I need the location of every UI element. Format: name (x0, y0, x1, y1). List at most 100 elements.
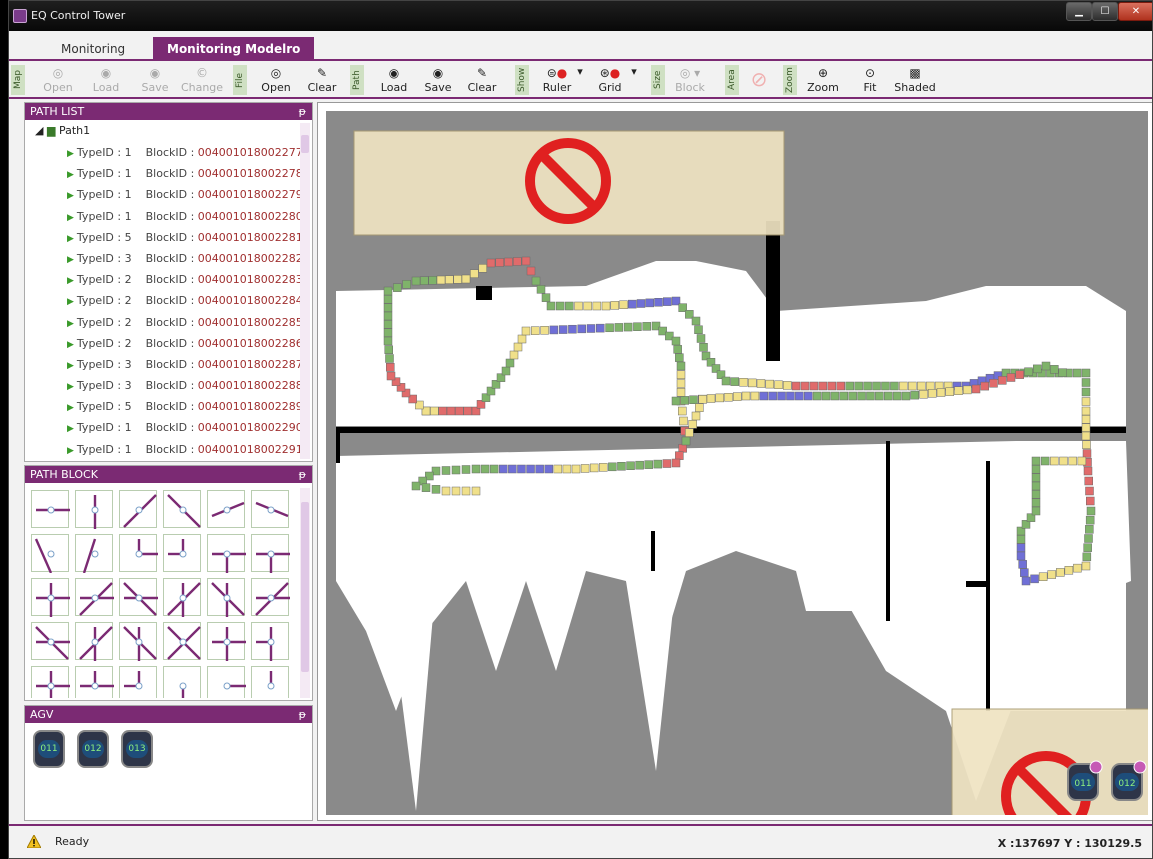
path-load-button[interactable]: ◉ Load (377, 65, 411, 97)
path-block-marker[interactable] (818, 381, 828, 391)
path-block-marker[interactable] (555, 301, 565, 311)
path-block-marker[interactable] (699, 343, 708, 352)
path-block-marker[interactable] (501, 366, 511, 376)
path-block-marker[interactable] (1086, 496, 1095, 506)
fit-button[interactable]: ⊙ Fit (857, 65, 883, 97)
path-block-tile[interactable] (163, 490, 201, 528)
path-block-tile[interactable] (207, 534, 246, 573)
path-block-marker[interactable] (383, 336, 393, 346)
path-block-tile[interactable] (31, 534, 69, 574)
expand-icon[interactable]: ▶ (67, 446, 74, 456)
path-block-marker[interactable] (1085, 486, 1094, 496)
expand-icon[interactable]: ▶ (67, 255, 74, 265)
path-list-item[interactable]: ▶ TypeID : 5 BlockID : 004001018002289 (25, 396, 312, 417)
path-block-marker[interactable] (509, 350, 519, 360)
path-list-item[interactable]: ▶ TypeID : 1 BlockID : 004001018002280 (25, 206, 312, 227)
path-block-marker[interactable] (980, 381, 989, 391)
grid-button[interactable]: ⊛● Grid (593, 65, 627, 97)
path-block-marker[interactable] (558, 325, 568, 334)
path-block-marker[interactable] (748, 378, 757, 388)
path-block-marker[interactable] (836, 381, 845, 391)
path-block-marker[interactable] (809, 381, 819, 391)
path-block-marker[interactable] (662, 459, 672, 468)
path-block-marker[interactable] (383, 295, 393, 304)
path-block-marker[interactable] (1050, 365, 1059, 374)
path-block-marker[interactable] (513, 342, 523, 352)
map-change-button[interactable]: © Change (179, 65, 225, 97)
path-block-marker[interactable] (546, 301, 556, 311)
maximize-button[interactable]: ☐ (1092, 2, 1118, 21)
path-block-marker[interactable] (455, 406, 464, 416)
path-block-marker[interactable] (919, 390, 928, 399)
path-block-marker[interactable] (839, 391, 849, 401)
path-block-tile[interactable] (207, 490, 245, 528)
path-block-marker[interactable] (691, 316, 701, 326)
path-block-marker[interactable] (642, 322, 651, 331)
path-block-marker[interactable] (1041, 361, 1051, 371)
path-block-marker[interactable] (1031, 490, 1041, 499)
path-block-tile[interactable] (251, 578, 290, 616)
path-block-marker[interactable] (628, 299, 637, 309)
expand-icon[interactable]: ▶ (67, 403, 74, 413)
path-block-marker[interactable] (654, 298, 663, 307)
path-block-marker[interactable] (910, 390, 919, 400)
expand-icon[interactable]: ▶ (67, 340, 74, 350)
expand-icon[interactable]: ▶ (67, 149, 74, 159)
path-block-tile[interactable] (119, 490, 157, 528)
path-block-marker[interactable] (1016, 543, 1026, 552)
path-block-marker[interactable] (883, 391, 893, 401)
path-block-tile[interactable] (207, 578, 245, 617)
path-block-marker[interactable] (421, 483, 431, 492)
path-block-marker[interactable] (1085, 525, 1094, 534)
path-block-marker[interactable] (848, 391, 857, 401)
block-size-button[interactable]: ◎ ▾ Block (673, 65, 707, 97)
path-list-item[interactable]: ▶ TypeID : 5 BlockID : 004001018002281 (25, 227, 312, 248)
path-block-marker[interactable] (827, 381, 837, 391)
path-list-item[interactable]: ▶ TypeID : 2 BlockID : 004001018002284 (25, 290, 312, 311)
path-block-marker[interactable] (445, 275, 454, 284)
path-block-marker[interactable] (385, 354, 394, 363)
path-block-marker[interactable] (998, 376, 1007, 385)
path-block-tile[interactable] (75, 534, 113, 574)
path-block-marker[interactable] (562, 464, 572, 474)
path-block-tile[interactable] (75, 622, 113, 661)
path-block-marker[interactable] (1021, 576, 1031, 586)
path-block-marker[interactable] (411, 276, 421, 286)
path-block-marker[interactable] (549, 325, 559, 335)
path-block-marker[interactable] (872, 381, 881, 391)
path-block-marker[interactable] (617, 462, 626, 471)
path-block-marker[interactable] (633, 322, 642, 331)
expand-icon[interactable]: ▶ (67, 234, 74, 244)
path-block-marker[interactable] (586, 324, 596, 333)
path-block-marker[interactable] (695, 403, 704, 412)
expand-icon[interactable]: ▶ (67, 424, 74, 434)
path-block-marker[interactable] (451, 486, 461, 496)
path-block-tile[interactable] (31, 622, 70, 660)
path-block-marker[interactable] (383, 328, 393, 337)
path-block-marker[interactable] (1058, 368, 1067, 377)
collapse-icon[interactable]: ◢ (35, 124, 43, 137)
expand-icon[interactable]: ▶ (67, 382, 74, 392)
path-block-marker[interactable] (480, 464, 490, 474)
path-block-tile[interactable] (119, 578, 158, 616)
path-block-tile[interactable] (31, 666, 70, 698)
agv-012[interactable]: 012 (77, 730, 109, 768)
path-block-marker[interactable] (1084, 476, 1093, 486)
path-block-marker[interactable] (671, 396, 681, 406)
path-block-marker[interactable] (679, 416, 688, 426)
path-block-marker[interactable] (821, 391, 831, 401)
scroll-thumb[interactable] (301, 135, 309, 153)
path-block-marker[interactable] (675, 451, 684, 460)
path-block-marker[interactable] (568, 324, 577, 334)
close-button[interactable]: ✕ (1118, 2, 1152, 21)
path-block-marker[interactable] (517, 464, 526, 474)
path-block-marker[interactable] (526, 464, 535, 474)
path-block-marker[interactable] (1006, 373, 1016, 382)
path-block-marker[interactable] (1015, 370, 1024, 379)
path-list-item[interactable]: ▶ TypeID : 2 BlockID : 004001018002286 (25, 333, 312, 354)
path-block-marker[interactable] (577, 324, 586, 334)
path-block-marker[interactable] (791, 381, 801, 391)
path-block-marker[interactable] (768, 391, 777, 401)
file-open-button[interactable]: ◎ Open (259, 65, 293, 97)
path-block-marker[interactable] (1081, 368, 1091, 378)
